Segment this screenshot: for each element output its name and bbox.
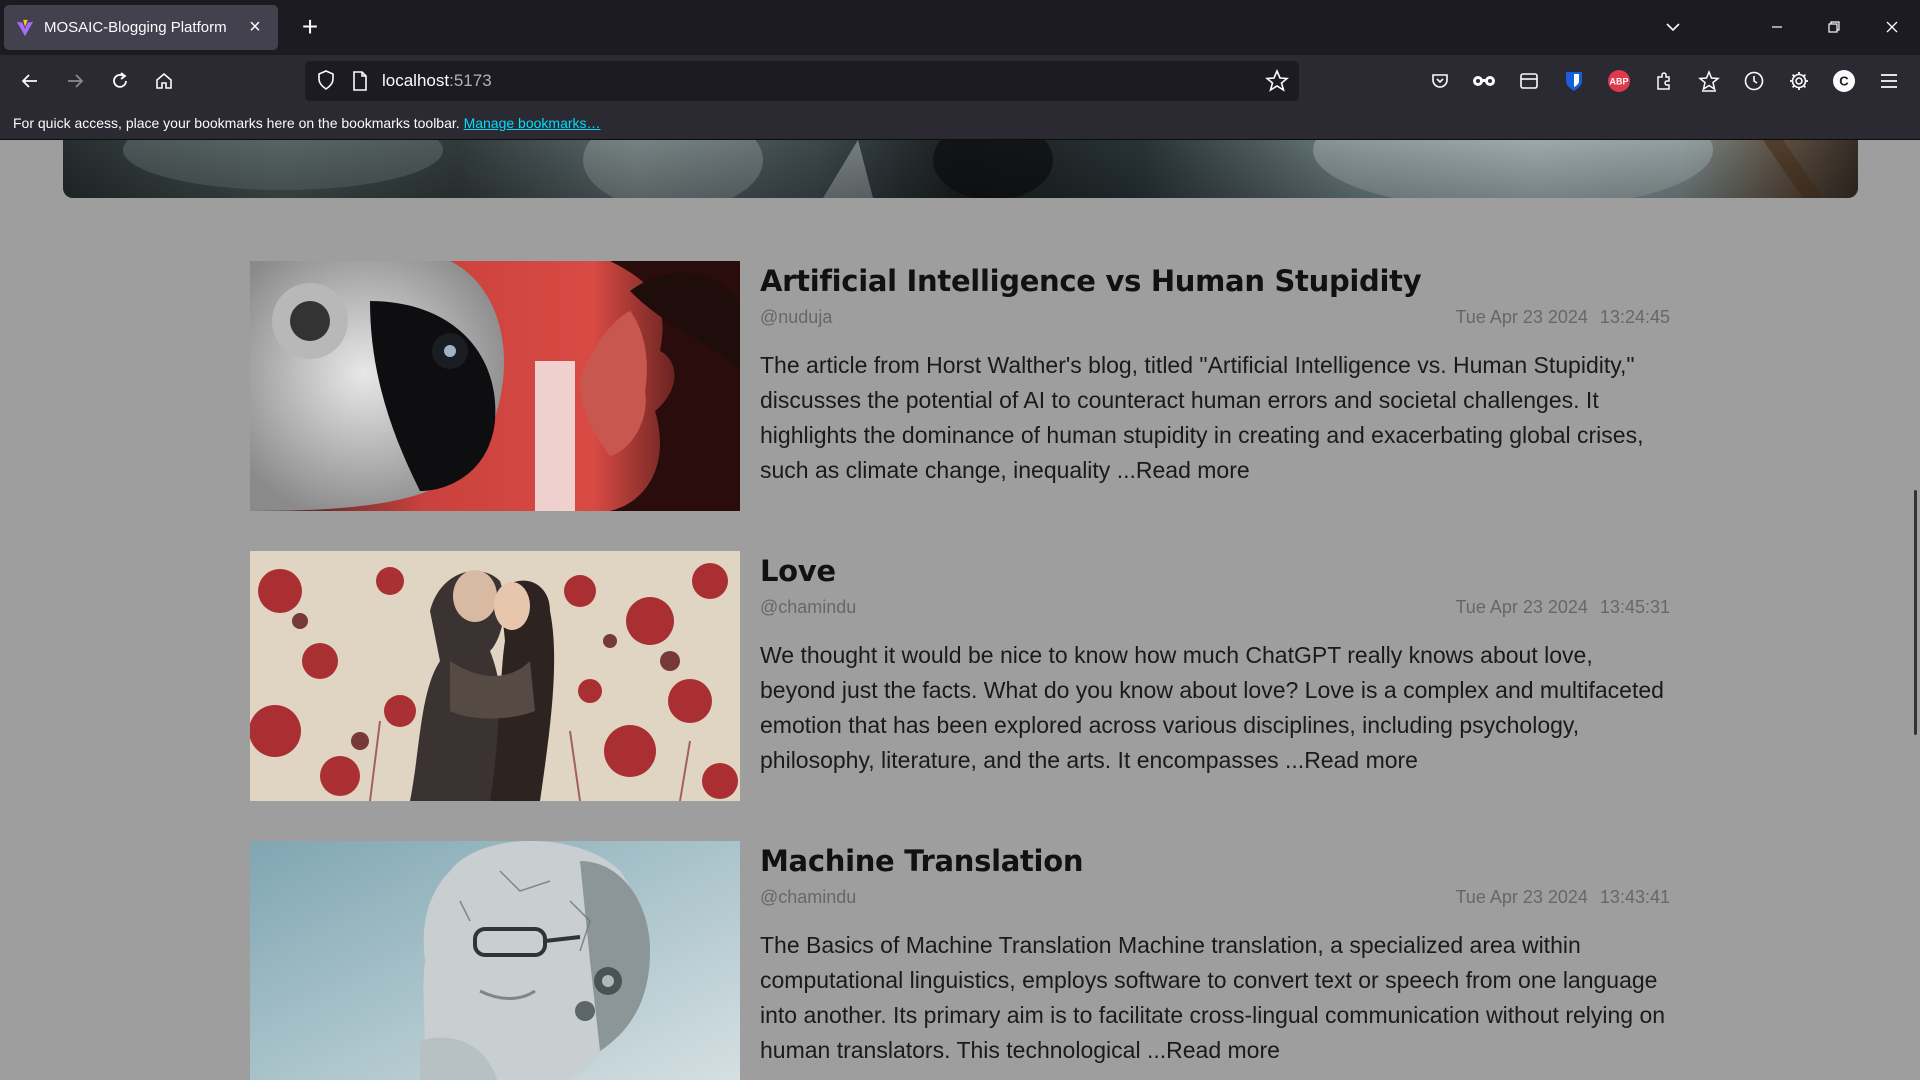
manage-bookmarks-link[interactable]: Manage bookmarks… <box>464 115 601 131</box>
post-date: Tue Apr 23 2024 13:24:45 <box>1455 307 1670 328</box>
post-date: Tue Apr 23 2024 13:43:41 <box>1455 887 1670 908</box>
post-date-day: Tue Apr 23 2024 <box>1455 597 1588 617</box>
page-scrollbar[interactable] <box>1908 140 1920 1080</box>
post-thumbnail-cyborg[interactable] <box>250 841 740 1080</box>
post-title[interactable]: Machine Translation <box>760 841 1670 881</box>
post-time: 13:43:41 <box>1599 887 1670 907</box>
post-meta: @chamindu Tue Apr 23 2024 13:43:41 <box>760 885 1670 913</box>
minimize-icon[interactable] <box>1755 8 1799 46</box>
post-excerpt: We thought it would be nice to know how … <box>760 638 1670 778</box>
post-author[interactable]: @nuduja <box>760 307 832 328</box>
tab-bar: MOSAIC-Blogging Platform × + <box>0 0 1920 55</box>
post-time: 13:24:45 <box>1599 307 1670 327</box>
vite-favicon-icon <box>16 19 34 36</box>
home-icon[interactable] <box>146 63 182 99</box>
post-time: 13:45:31 <box>1599 597 1670 617</box>
post-meta: @chamindu Tue Apr 23 2024 13:45:31 <box>760 595 1670 623</box>
post-date-day: Tue Apr 23 2024 <box>1455 307 1588 327</box>
bookmarks-star-icon[interactable] <box>1693 65 1725 97</box>
page-info-icon[interactable] <box>350 70 370 92</box>
sidebar-icon[interactable] <box>1513 65 1545 97</box>
reload-icon[interactable] <box>102 63 138 99</box>
close-window-icon[interactable] <box>1870 8 1914 46</box>
post-meta: @nuduja Tue Apr 23 2024 13:24:45 <box>760 305 1670 333</box>
reader-glasses-icon[interactable] <box>1468 65 1500 97</box>
url-text[interactable]: localhost:5173 <box>382 71 492 91</box>
adblock-plus-icon[interactable]: ABP <box>1603 65 1635 97</box>
back-arrow-icon[interactable] <box>12 63 48 99</box>
bookmarks-toolbar: For quick access, place your bookmarks h… <box>0 107 1920 140</box>
extensions-puzzle-icon[interactable] <box>1648 65 1680 97</box>
bookmarks-hint: For quick access, place your bookmarks h… <box>13 115 464 131</box>
scrollbar-thumb[interactable] <box>1914 490 1917 735</box>
url-host: localhost <box>382 71 450 90</box>
url-bar[interactable]: localhost:5173 <box>305 61 1299 101</box>
list-tabs-icon[interactable] <box>1651 8 1695 46</box>
post-thumbnail-love-couple[interactable] <box>250 551 740 801</box>
post-excerpt-text: We thought it would be nice to know how … <box>760 642 1664 773</box>
bookmarks-message: For quick access, place your bookmarks h… <box>13 115 601 131</box>
close-tab-icon[interactable]: × <box>244 16 266 39</box>
read-more-link[interactable]: ...Read more <box>1117 457 1250 483</box>
profile-avatar[interactable]: C <box>1828 65 1860 97</box>
post-title[interactable]: Love <box>760 551 1670 591</box>
post-date: Tue Apr 23 2024 13:45:31 <box>1455 597 1670 618</box>
url-port: :5173 <box>449 71 492 90</box>
post-thumbnail-robot-vs-human[interactable] <box>250 261 740 511</box>
post-excerpt: The article from Horst Walther's blog, t… <box>760 348 1670 488</box>
post-author[interactable]: @chamindu <box>760 887 856 908</box>
post-content: Machine Translation @chamindu Tue Apr 23… <box>760 841 1670 1068</box>
navigation-toolbar: localhost:5173 ABP C <box>0 55 1920 107</box>
bitwarden-shield-icon[interactable] <box>1558 65 1590 97</box>
post-title[interactable]: Artificial Intelligence vs Human Stupidi… <box>760 261 1670 301</box>
post-excerpt: The Basics of Machine Translation Machin… <box>760 928 1670 1068</box>
history-clock-icon[interactable] <box>1738 65 1770 97</box>
post-content: Artificial Intelligence vs Human Stupidi… <box>760 261 1670 488</box>
hamburger-menu-icon[interactable] <box>1873 65 1905 97</box>
pocket-icon[interactable] <box>1424 65 1456 97</box>
restore-icon[interactable] <box>1812 8 1856 46</box>
blog-post-card[interactable]: Love @chamindu Tue Apr 23 2024 13:45:31 W… <box>250 551 1670 801</box>
forward-arrow-icon[interactable] <box>57 63 93 99</box>
bookmark-star-icon[interactable] <box>1265 69 1289 93</box>
new-tab-button[interactable]: + <box>293 11 327 45</box>
post-content: Love @chamindu Tue Apr 23 2024 13:45:31 W… <box>760 551 1670 778</box>
hero-banner-image <box>63 140 1858 198</box>
svg-text:ABP: ABP <box>1609 77 1628 87</box>
post-date-day: Tue Apr 23 2024 <box>1455 887 1588 907</box>
post-author[interactable]: @chamindu <box>760 597 856 618</box>
profile-initial: C <box>1839 74 1849 89</box>
read-more-link[interactable]: ...Read more <box>1285 747 1418 773</box>
tab-title: MOSAIC-Blogging Platform <box>44 19 227 36</box>
blog-post-card[interactable]: Artificial Intelligence vs Human Stupidi… <box>250 261 1670 511</box>
tracking-shield-icon[interactable] <box>315 69 337 91</box>
settings-gear-icon[interactable] <box>1783 65 1815 97</box>
read-more-link[interactable]: ...Read more <box>1147 1037 1280 1063</box>
browser-tab[interactable]: MOSAIC-Blogging Platform × <box>4 5 278 50</box>
blog-post-card[interactable]: Machine Translation @chamindu Tue Apr 23… <box>250 841 1670 1080</box>
